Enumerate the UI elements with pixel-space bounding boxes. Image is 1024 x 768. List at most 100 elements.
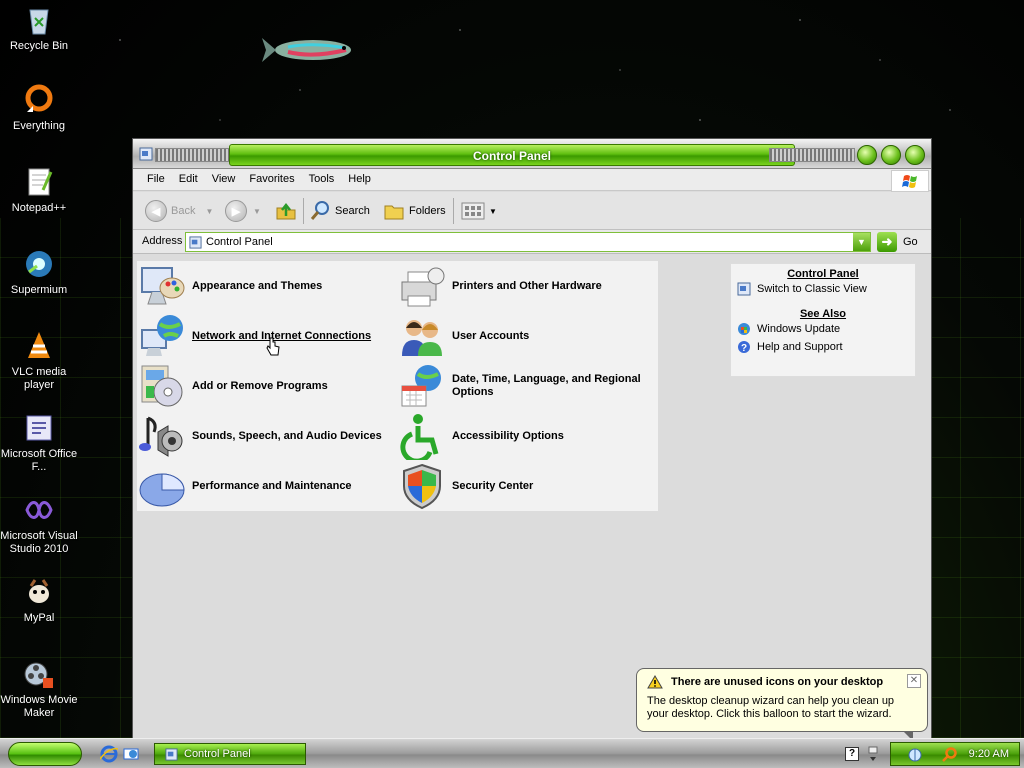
desktop-icon-recycle-bin[interactable]: Recycle Bin [0, 4, 78, 53]
back-button[interactable]: ◀ Back ▼ [145, 198, 213, 224]
search-tray-icon[interactable] [941, 747, 957, 763]
desktop-icon-label: Supermium [10, 284, 68, 296]
notification-balloon[interactable]: There are unused icons on your desktop T… [636, 668, 928, 741]
outlook-express-icon[interactable] [122, 745, 140, 763]
balloon-close-icon[interactable]: ✕ [907, 674, 921, 688]
desktop-icon-label: Microsoft Visual Studio 2010 [0, 530, 78, 555]
desktop-icon-notepadpp[interactable]: Notepad++ [0, 166, 78, 215]
network-icon [141, 315, 183, 356]
category-label: Performance and Maintenance [192, 479, 352, 492]
windows-update-link[interactable]: Windows Update [731, 320, 915, 338]
address-value: Control Panel [206, 236, 273, 248]
mypal-icon [29, 579, 49, 603]
go-arrow-icon: ➜ [877, 232, 897, 252]
control-panel-small-icon [737, 282, 751, 296]
system-tray: 9:20 AM [890, 742, 1020, 766]
desktop-icon-label: Microsoft Office F... [0, 448, 78, 473]
back-label: Back [171, 205, 196, 217]
up-button[interactable] [275, 198, 297, 224]
clock[interactable]: 9:20 AM [969, 748, 1009, 760]
address-input[interactable]: Control Panel ▼ [185, 232, 871, 252]
go-label: Go [903, 236, 918, 248]
forward-button[interactable]: ▶ ▼ [225, 198, 261, 224]
category-printers[interactable]: Printers and Other Hardware [397, 261, 602, 311]
category-appearance[interactable]: Appearance and Themes [137, 261, 322, 311]
warning-icon [647, 675, 663, 689]
desktop-icon-mypal[interactable]: MyPal [0, 576, 78, 625]
help-support-label: Help and Support [757, 341, 843, 353]
menu-help[interactable]: Help [341, 169, 378, 189]
search-button[interactable]: Search [309, 198, 370, 224]
appearance-icon [141, 267, 185, 305]
desktop-icon-visual-studio[interactable]: Microsoft Visual Studio 2010 [0, 494, 78, 556]
taskbar-control-panel-button[interactable]: Control Panel [154, 743, 306, 765]
help-support-link[interactable]: ? Help and Support [731, 338, 915, 356]
control-panel-small-icon [165, 747, 178, 761]
toolbar-separator [303, 198, 304, 224]
window-controls [857, 145, 925, 165]
network-tray-icon[interactable] [907, 747, 923, 763]
category-date-time[interactable]: Date, Time, Language, and Regional Optio… [397, 361, 662, 411]
printer-icon [401, 267, 445, 307]
side-panel-heading: Control Panel [787, 268, 859, 280]
views-grid-icon [461, 202, 485, 220]
category-sounds[interactable]: Sounds, Speech, and Audio Devices [137, 411, 382, 461]
folders-button[interactable]: Folders [383, 198, 446, 224]
desktop-icon-movie-maker[interactable]: Windows Movie Maker [0, 658, 78, 720]
close-button[interactable] [905, 145, 925, 165]
add-remove-icon [141, 365, 183, 407]
control-panel-window: Control Panel File Edit View Favorites Tools… [132, 138, 932, 768]
forward-dropdown-icon: ▼ [253, 206, 261, 216]
control-panel-small-icon [189, 236, 202, 249]
address-label: Address [142, 235, 183, 247]
desktop-icon-label: Everything [13, 120, 65, 132]
menu-bar: File Edit View Favorites Tools Help [133, 169, 931, 192]
help-tray-icon[interactable]: ? [845, 747, 859, 761]
side-panel: Control Panel Switch to Classic View See… [730, 263, 916, 377]
category-label: Network and Internet Connections [192, 329, 372, 342]
window-title: Control Panel [472, 149, 551, 163]
toolbar-separator [453, 198, 454, 224]
tray-expand-icon[interactable] [868, 745, 878, 763]
switch-classic-view-link[interactable]: Switch to Classic View [731, 280, 915, 298]
control-panel-icon[interactable] [139, 147, 153, 161]
minimize-button[interactable] [857, 145, 877, 165]
title-bar[interactable]: Control Panel [133, 139, 931, 169]
start-button[interactable] [8, 742, 82, 766]
desktop-icon-label: Windows Movie Maker [0, 694, 78, 719]
category-user-accounts[interactable]: User Accounts [397, 311, 529, 361]
performance-icon [139, 473, 185, 507]
menu-file[interactable]: File [140, 169, 172, 189]
category-add-remove[interactable]: Add or Remove Programs [137, 361, 328, 411]
category-performance[interactable]: Performance and Maintenance [137, 461, 352, 511]
windows-update-icon [738, 323, 750, 335]
category-security-center[interactable]: Security Center [397, 461, 533, 511]
office-icon [26, 415, 52, 441]
menu-favorites[interactable]: Favorites [242, 169, 301, 189]
address-dropdown-icon[interactable]: ▼ [853, 233, 870, 251]
desktop-icon-office[interactable]: Microsoft Office F... [0, 412, 78, 474]
desktop-icon-vlc[interactable]: VLC media player [0, 330, 78, 392]
toolbar: ◀ Back ▼ ▶ ▼ Search Folders ▼ [133, 192, 931, 230]
menu-view[interactable]: View [205, 169, 243, 189]
svg-text:?: ? [741, 343, 747, 354]
category-accessibility[interactable]: Accessibility Options [397, 411, 564, 461]
desktop-icon-supermium[interactable]: Supermium [0, 248, 78, 297]
go-button[interactable]: ➜ Go [877, 232, 918, 252]
menu-tools[interactable]: Tools [302, 169, 342, 189]
category-label: User Accounts [452, 329, 530, 342]
title-grill-right [769, 148, 855, 162]
back-dropdown-icon: ▼ [205, 206, 214, 216]
category-network[interactable]: Network and Internet Connections [137, 311, 371, 361]
views-dropdown-icon: ▼ [489, 206, 497, 216]
views-button[interactable]: ▼ [461, 198, 497, 224]
maximize-button[interactable] [881, 145, 901, 165]
category-label: Date, Time, Language, and Regional Optio… [452, 373, 641, 398]
visual-studio-icon [25, 501, 53, 519]
internet-explorer-icon[interactable] [100, 745, 118, 763]
category-label: Accessibility Options [452, 429, 564, 442]
security-shield-icon [403, 463, 441, 510]
menu-edit[interactable]: Edit [172, 169, 205, 189]
desktop-icon-everything[interactable]: Everything [0, 84, 78, 133]
accessibility-icon [400, 414, 439, 460]
